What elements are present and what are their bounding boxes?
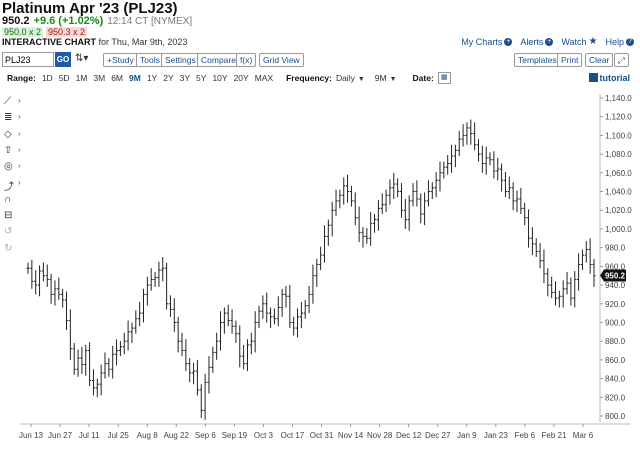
x-tick-label: Oct 31 [310, 431, 334, 440]
x-tick-label: Oct 3 [254, 431, 274, 440]
x-tick-label: Aug 8 [137, 431, 158, 440]
y-tick-label: 820.0 [605, 393, 626, 402]
y-tick-label: 800.0 [605, 412, 626, 421]
y-tick-label: 840.0 [605, 375, 626, 384]
x-tick-label: Jul 11 [79, 431, 100, 440]
y-tick-label: 980.0 [605, 244, 626, 253]
x-tick-label: Sep 19 [222, 431, 248, 440]
x-tick-label: Dec 27 [425, 431, 451, 440]
x-tick-label: Nov 14 [338, 431, 364, 440]
y-tick-label: 1,000.0 [605, 225, 632, 234]
x-tick-label: Mar 6 [573, 431, 594, 440]
price-chart[interactable]: 800.0 820.0 840.0 860.0 880.0 900.0 920.0 940.0… [0, 0, 640, 450]
x-tick-label: Dec 12 [396, 431, 422, 440]
current-price-label: 950.2 [605, 272, 626, 281]
x-tick-label: Sep 6 [195, 431, 216, 440]
y-tick-label: 1,020.0 [605, 206, 632, 215]
x-tick-label: Nov 28 [367, 431, 393, 440]
y-tick-label: 920.0 [605, 300, 626, 309]
x-tick-label: Jan 23 [484, 431, 509, 440]
x-tick-label: Feb 21 [541, 431, 566, 440]
x-tick-label: Oct 17 [281, 431, 305, 440]
x-tick-label: Jun 27 [48, 431, 73, 440]
x-tick-label: Jan 9 [457, 431, 477, 440]
x-tick-label: Jun 13 [19, 431, 44, 440]
y-tick-label: 1,100.0 [605, 131, 632, 140]
y-tick-label: 1,120.0 [605, 113, 632, 122]
y-tick-label: 880.0 [605, 337, 626, 346]
y-tick-label: 940.0 [605, 281, 626, 290]
y-tick-label: 900.0 [605, 318, 626, 327]
x-tick-label: Feb 6 [515, 431, 536, 440]
y-tick-label: 1,140.0 [605, 94, 632, 103]
x-tick-label: Aug 22 [164, 431, 190, 440]
y-tick-label: 860.0 [605, 356, 626, 365]
y-tick-label: 1,040.0 [605, 188, 632, 197]
y-tick-label: 1,080.0 [605, 150, 632, 159]
x-tick-label: Jul 25 [107, 431, 129, 440]
y-tick-label: 1,060.0 [605, 169, 632, 178]
